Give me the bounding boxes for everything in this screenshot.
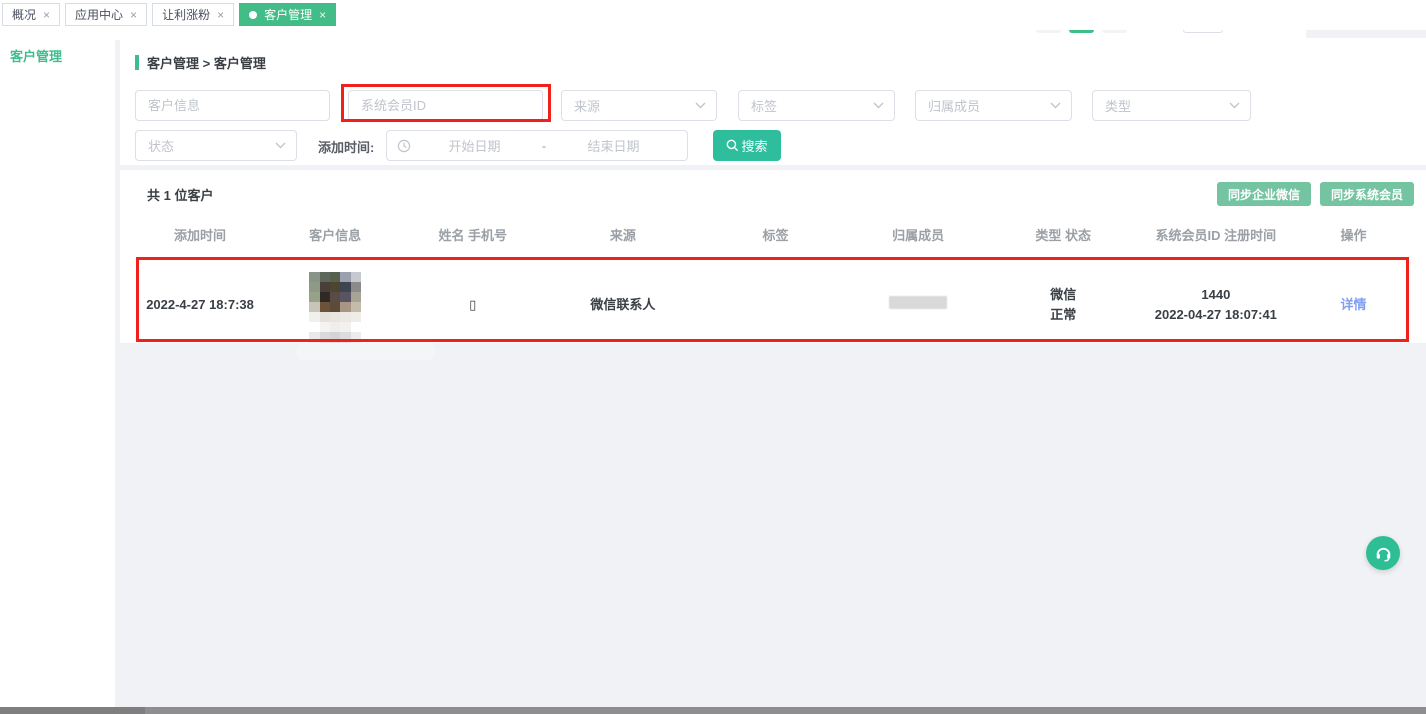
sync-wecom-button[interactable]: 同步企业微信 — [1217, 182, 1311, 206]
cell-member-id-reg-time: 1440 2022-04-27 18:07:41 — [1136, 285, 1296, 325]
filter-panel: 客户管理 > 客户管理 来源 标签 归属成员 类型 状态 添 — [120, 38, 1426, 165]
redacted-owner-name — [889, 296, 947, 309]
detail-link[interactable]: 详情 — [1340, 297, 1366, 312]
active-dot-icon — [249, 11, 257, 19]
avatar — [309, 272, 361, 352]
col-header-add-time: 添加时间 — [135, 225, 265, 244]
tab-label: 让利涨粉 — [162, 6, 210, 23]
owner-select[interactable]: 归属成员 — [915, 90, 1072, 121]
sidebar: 客户管理 — [0, 30, 115, 714]
cell-owner — [846, 295, 991, 315]
support-fab-button[interactable] — [1366, 536, 1400, 570]
table-header-row: 添加时间 客户信息 姓名 手机号 来源 标签 归属成员 类型 状态 系统会员ID… — [135, 225, 1411, 244]
breadcrumb-accent-bar — [135, 55, 139, 70]
cell-register-time: 2022-04-27 18:07:41 — [1136, 305, 1296, 325]
horizontal-scrollbar[interactable] — [0, 707, 1426, 714]
scrollbar-segment — [0, 707, 145, 714]
cell-actions: 详情 — [1296, 295, 1411, 315]
status-select[interactable]: 状态 — [135, 130, 297, 161]
source-select-placeholder: 来源 — [574, 96, 600, 115]
sidebar-item-customer-management[interactable]: 客户管理 — [0, 30, 115, 81]
opened-tabs-bar: 概况 × 应用中心 × 让利涨粉 × 客户管理 × — [0, 0, 1426, 30]
cell-customer-info — [265, 258, 405, 352]
start-date-placeholder[interactable]: 开始日期 — [411, 136, 538, 155]
end-date-placeholder[interactable]: 结束日期 — [550, 136, 677, 155]
headset-icon — [1374, 544, 1393, 563]
col-header-tag: 标签 — [705, 225, 845, 244]
col-header-name-phone: 姓名 手机号 — [405, 225, 540, 244]
col-header-member-id-reg-time: 系统会员ID 注册时间 — [1136, 225, 1296, 244]
tab-label: 概况 — [12, 6, 36, 23]
breadcrumb: 客户管理 > 客户管理 — [135, 53, 266, 72]
col-header-type-status: 类型 状态 — [991, 225, 1136, 244]
table-row: 2022-4-27 18:7:38 ▯ 微信联系人 微信 正常 1440 202… — [135, 258, 1411, 341]
tab-rebate-fans[interactable]: 让利涨粉 × — [152, 3, 234, 26]
date-range-picker[interactable]: 开始日期 - 结束日期 — [386, 130, 688, 161]
blurred-tooltip — [296, 343, 436, 360]
tab-label: 应用中心 — [75, 6, 123, 23]
sync-buttons-group: 同步企业微信 同步系统会员 — [1217, 182, 1414, 206]
type-select[interactable]: 类型 — [1092, 90, 1251, 121]
tag-select-placeholder: 标签 — [751, 96, 777, 115]
tab-app-center[interactable]: 应用中心 × — [65, 3, 147, 26]
tab-overview[interactable]: 概况 × — [2, 3, 60, 26]
chevron-down-icon — [1050, 102, 1061, 109]
chevron-down-icon — [695, 102, 706, 109]
col-header-source: 来源 — [540, 225, 705, 244]
close-icon[interactable]: × — [43, 9, 50, 21]
add-time-label: 添加时间: — [318, 137, 374, 156]
cell-source: 微信联系人 — [540, 295, 705, 315]
col-header-owner: 归属成员 — [846, 225, 991, 244]
customer-info-field — [135, 90, 330, 121]
status-select-placeholder: 状态 — [148, 136, 174, 155]
cell-add-time: 2022-4-27 18:7:38 — [135, 295, 265, 315]
close-icon[interactable]: × — [217, 9, 224, 21]
customer-table-panel: 共 1 位客户 同步企业微信 同步系统会员 添加时间 客户信息 姓名 手机号 来… — [120, 170, 1426, 343]
search-button[interactable]: 搜索 — [713, 130, 781, 161]
cell-type: 微信 — [991, 285, 1136, 305]
tab-customer-management-active[interactable]: 客户管理 × — [239, 3, 336, 26]
col-header-actions: 操作 — [1296, 225, 1411, 244]
cell-type-status: 微信 正常 — [991, 285, 1136, 325]
close-icon[interactable]: × — [319, 9, 326, 21]
cell-status: 正常 — [991, 305, 1136, 325]
table-toolbar: 共 1 位客户 同步企业微信 同步系统会员 — [120, 182, 1426, 206]
customer-info-input[interactable] — [136, 91, 329, 120]
col-header-customer-info: 客户信息 — [265, 225, 405, 244]
type-select-placeholder: 类型 — [1105, 96, 1131, 115]
sync-member-button[interactable]: 同步系统会员 — [1320, 182, 1414, 206]
search-icon — [726, 139, 739, 152]
cell-name-phone: ▯ — [405, 295, 540, 315]
tab-label: 客户管理 — [264, 6, 312, 23]
chevron-down-icon — [1229, 102, 1240, 109]
breadcrumb-text: 客户管理 > 客户管理 — [147, 53, 266, 72]
chevron-down-icon — [275, 142, 286, 149]
customer-count-text: 共 1 位客户 — [147, 185, 213, 204]
chevron-down-icon — [873, 102, 884, 109]
member-id-field — [348, 90, 543, 121]
tag-select[interactable]: 标签 — [738, 90, 895, 121]
cell-member-id: 1440 — [1136, 285, 1296, 305]
customer-management-screen: 概况 × 应用中心 × 让利涨粉 × 客户管理 × 客户管理 客户管理 > 客户… — [0, 0, 1426, 714]
owner-select-placeholder: 归属成员 — [928, 96, 980, 115]
member-id-input[interactable] — [349, 91, 542, 120]
close-icon[interactable]: × — [130, 9, 137, 21]
clock-icon — [397, 139, 411, 153]
date-separator: - — [538, 139, 550, 153]
search-button-label: 搜索 — [741, 136, 767, 155]
source-select[interactable]: 来源 — [561, 90, 717, 121]
